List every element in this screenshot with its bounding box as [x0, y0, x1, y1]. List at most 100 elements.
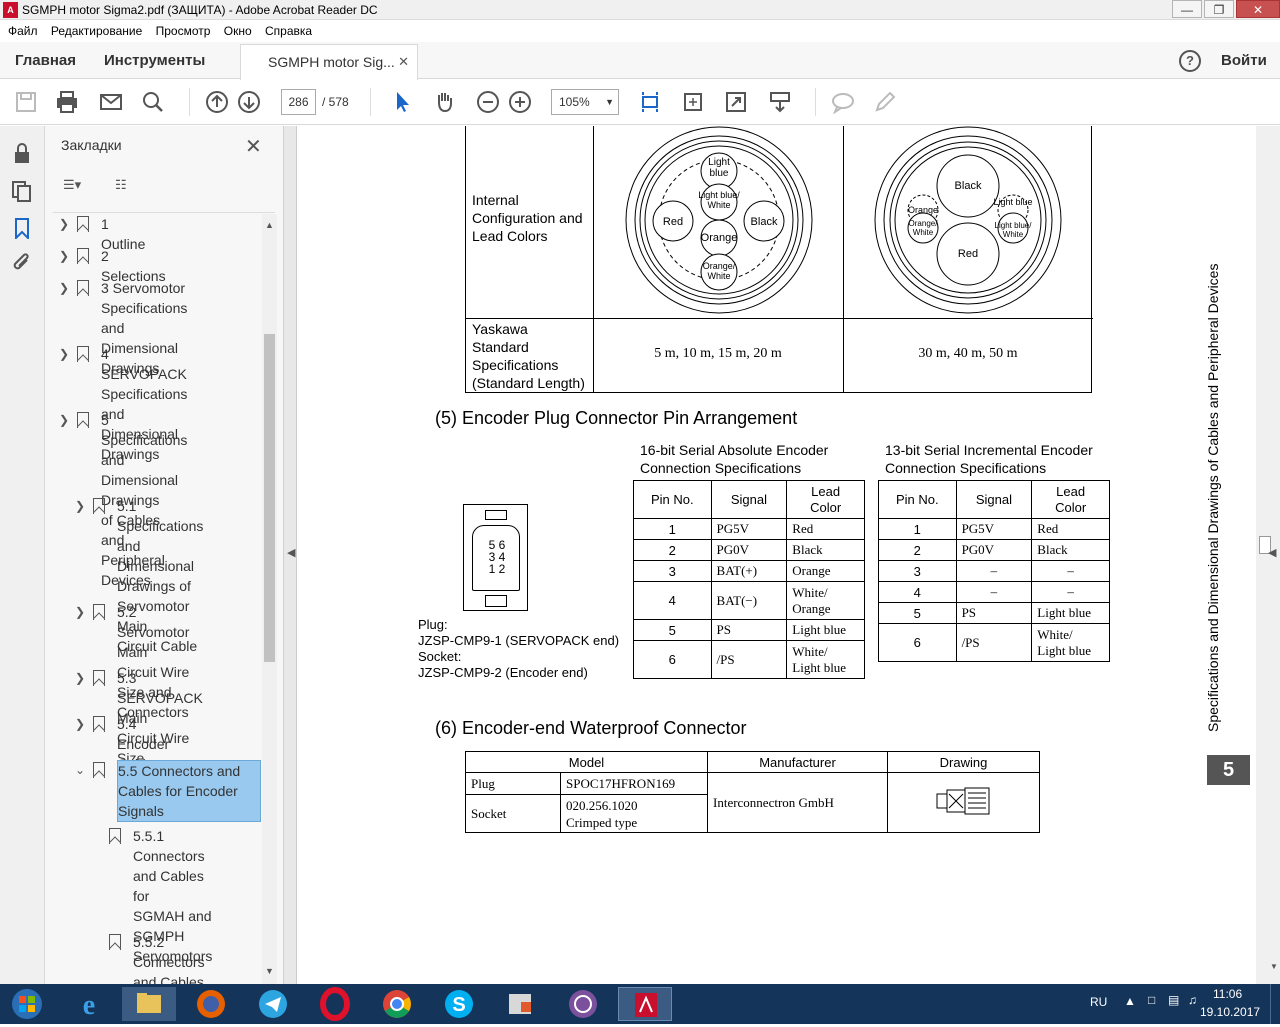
pin-color: White/ Light blue	[786, 640, 865, 679]
restore-button[interactable]: ❐	[1204, 0, 1234, 18]
lock-icon[interactable]	[11, 142, 33, 164]
tab-tools[interactable]: Инструменты	[104, 42, 205, 79]
save-icon[interactable]	[14, 90, 38, 114]
help-icon[interactable]: ?	[1179, 50, 1201, 72]
chevron-right-icon[interactable]: ❯	[75, 668, 85, 688]
menu-help[interactable]: Справка	[265, 24, 312, 38]
skype-icon[interactable]: S	[432, 987, 486, 1021]
menu-window[interactable]: Окно	[224, 24, 252, 38]
zoom-in-icon[interactable]	[508, 90, 532, 114]
pin-number: 3	[633, 560, 712, 582]
pin-row: 5 PS Light blue	[878, 602, 1110, 624]
opera-icon[interactable]	[308, 987, 362, 1021]
clock-time[interactable]: 11:06	[1213, 987, 1242, 1001]
select-tool-icon[interactable]	[390, 90, 414, 114]
tab-document[interactable]: SGMPH motor Sig... ✕	[240, 44, 418, 80]
comment-icon[interactable]	[831, 90, 855, 115]
firefox-icon[interactable]	[184, 987, 238, 1021]
window-title: SGMPH motor Sigma2.pdf (ЗАЩИТА) - Adobe …	[22, 3, 378, 17]
chevron-right-icon[interactable]: ❯	[59, 344, 69, 364]
chevron-right-icon[interactable]: ❯	[75, 496, 85, 516]
right-panel-toggle[interactable]: ◀ ▼	[1256, 126, 1280, 984]
pin-row: 2 PG0V Black	[633, 539, 865, 561]
expand-panel-icon[interactable]: ◀	[1268, 546, 1276, 559]
print-icon[interactable]	[55, 90, 79, 114]
ie-icon[interactable]: e	[62, 987, 116, 1021]
pin-row: 3 BAT(+) Orange	[633, 560, 865, 582]
mail-icon[interactable]	[99, 90, 123, 114]
pin-number: 5	[878, 602, 957, 624]
tray-arrow-icon[interactable]: ▲	[1124, 994, 1136, 1008]
prev-page-icon[interactable]	[205, 90, 229, 114]
rotate-icon[interactable]	[681, 90, 705, 114]
bookmarks-scrollbar[interactable]: ▲ ▼	[262, 214, 277, 984]
chevron-right-icon[interactable]: ❯	[59, 214, 69, 234]
fit-page-icon[interactable]	[638, 90, 662, 114]
chrome-icon[interactable]	[370, 987, 424, 1021]
volume-icon[interactable]: ♫	[1188, 993, 1197, 1007]
bookmark-panel-icon[interactable]	[11, 217, 33, 241]
chevron-down-icon[interactable]: ⌄	[75, 760, 85, 780]
hand-tool-icon[interactable]	[432, 90, 456, 114]
viber-icon[interactable]	[556, 987, 610, 1021]
sign-in-button[interactable]: Войти	[1221, 42, 1267, 79]
chevron-right-icon[interactable]: ❯	[59, 278, 69, 298]
chapter-side-title: Specifications and Dimensional Drawings …	[1205, 263, 1221, 732]
bookmark-options-icon[interactable]: ☰▾	[63, 177, 81, 193]
scroll-mode-icon[interactable]	[768, 90, 792, 114]
chevron-right-icon[interactable]: ❯	[75, 714, 85, 734]
menu-view[interactable]: Просмотр	[156, 24, 211, 38]
zoom-select[interactable]: 105% ▼	[551, 89, 619, 115]
acrobat-taskbar-icon[interactable]	[618, 987, 672, 1021]
highlight-icon[interactable]	[873, 90, 897, 114]
language-indicator[interactable]: RU	[1090, 995, 1107, 1009]
bookmark-icon	[93, 604, 105, 620]
pin-signal: PG5V	[955, 518, 1033, 540]
bookmarks-panel: Закладки ✕ ☰▾ ☷ ❯ 1 Outline ❯ 2 Selections…	[45, 126, 284, 984]
pin-row: 6/PS White/ Light blue	[878, 623, 1110, 662]
scroll-up-icon[interactable]: ▲	[265, 220, 274, 230]
minimize-button[interactable]: —	[1172, 0, 1202, 18]
close-icon[interactable]: ✕	[245, 134, 262, 159]
pages-icon[interactable]	[11, 180, 33, 202]
new-bookmark-icon[interactable]: ☷	[115, 177, 127, 193]
start-button[interactable]	[0, 987, 54, 1021]
scroll-down-icon[interactable]: ▼	[1270, 962, 1278, 971]
pin-row: 6/PS White/ Light blue	[633, 640, 865, 679]
close-tab-icon[interactable]: ✕	[398, 45, 409, 79]
scroll-down-icon[interactable]: ▼	[265, 966, 274, 976]
network-icon[interactable]: ▤	[1168, 993, 1179, 1007]
toolbar	[0, 80, 1280, 125]
attachment-icon[interactable]	[11, 252, 33, 274]
menu-file[interactable]: Файл	[8, 24, 38, 38]
tab-home[interactable]: Главная	[15, 42, 76, 79]
pin-number: 5	[633, 619, 712, 641]
telegram-icon[interactable]	[246, 987, 300, 1021]
pin-color: Orange	[786, 560, 865, 582]
pin-number: 6	[878, 623, 957, 662]
fullscreen-icon[interactable]	[724, 90, 748, 114]
collapse-panel-handle[interactable]: ◀	[284, 126, 297, 984]
bookmark-icon	[77, 216, 89, 232]
page-total: / 578	[322, 95, 349, 109]
chevron-down-icon[interactable]: ❯	[59, 410, 69, 430]
next-page-icon[interactable]	[237, 90, 261, 114]
pin-color: –	[1031, 560, 1110, 582]
clock-date[interactable]: 19.10.2017	[1200, 1005, 1260, 1019]
puzzle-app-icon[interactable]	[494, 987, 548, 1021]
scroll-thumb[interactable]	[264, 334, 275, 662]
document-page: Internal Configuration and Lead Colors Y…	[298, 126, 1255, 984]
page-number-input[interactable]: 286	[281, 89, 316, 115]
zoom-out-icon[interactable]	[476, 90, 500, 114]
show-desktop-button[interactable]	[1270, 984, 1280, 1024]
close-window-button[interactable]: ✕	[1236, 0, 1280, 18]
collapse-arrow-icon[interactable]: ◀	[287, 546, 295, 559]
menu-edit[interactable]: Редактирование	[51, 24, 142, 38]
abs-caption: 16-bit Serial Absolute Encoder Connectio…	[640, 442, 829, 476]
config-row-label: Internal Configuration and Lead Colors	[472, 192, 583, 244]
explorer-icon[interactable]	[122, 987, 176, 1021]
chevron-right-icon[interactable]: ❯	[75, 602, 85, 622]
chevron-right-icon[interactable]: ❯	[59, 246, 69, 266]
search-icon[interactable]	[141, 90, 165, 114]
action-center-icon[interactable]: □	[1148, 993, 1155, 1007]
